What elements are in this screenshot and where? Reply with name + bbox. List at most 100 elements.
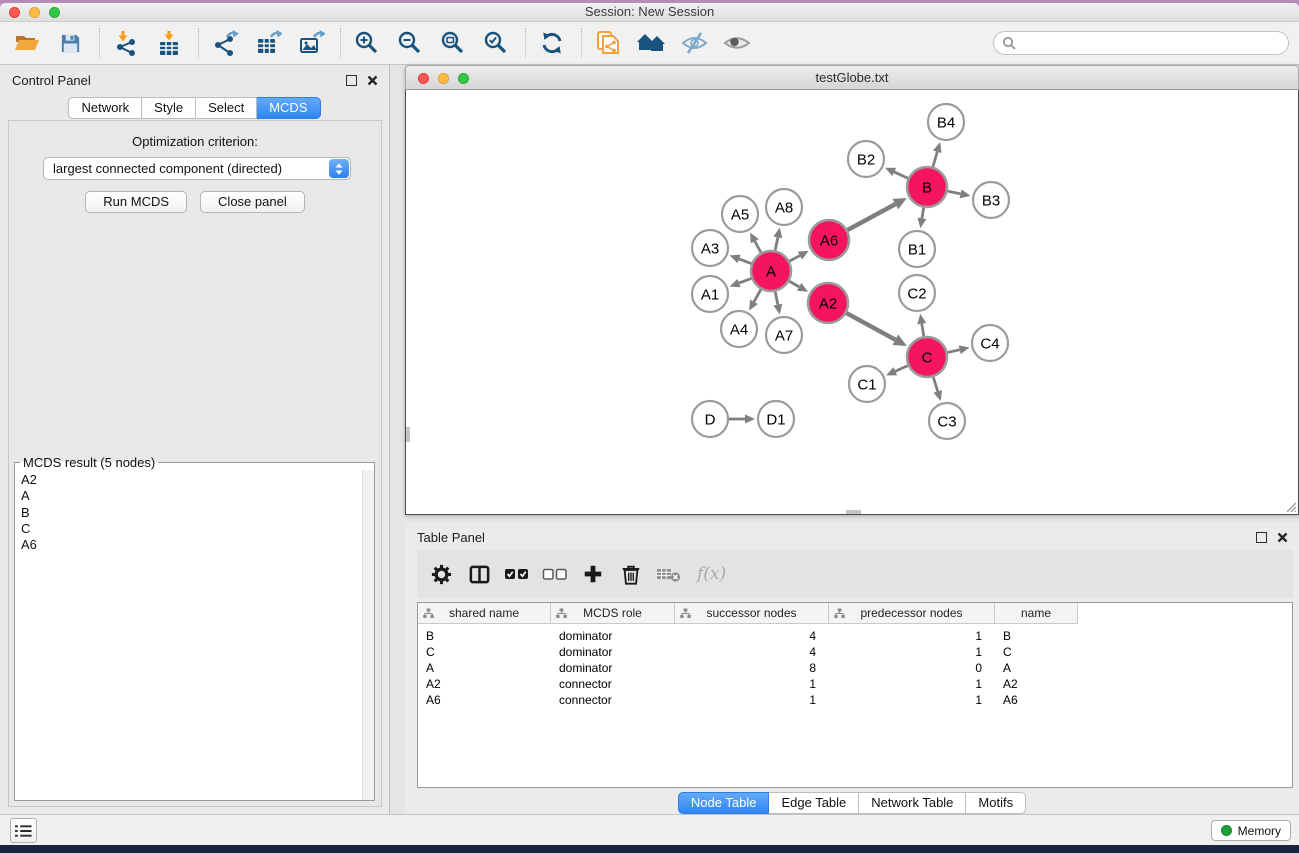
table-cell[interactable]: 4 [675,628,829,644]
graph-node-C[interactable]: C [907,337,947,377]
table-row[interactable]: Bdominator41B [418,628,1292,644]
graph-node-B[interactable]: B [907,167,947,207]
graph-edge-A2-C[interactable] [846,313,906,346]
export-table-icon[interactable] [253,28,283,58]
table-cell[interactable]: 1 [675,692,829,708]
table-cell[interactable]: 1 [829,692,995,708]
graph-edge-A-A3[interactable] [730,255,752,264]
hide-eye-icon[interactable] [679,28,709,58]
tab-network-table[interactable]: Network Table [859,792,966,814]
column-header-name[interactable]: name [995,603,1078,624]
close-table-panel-icon[interactable] [1277,532,1288,543]
table-cell[interactable]: connector [551,692,675,708]
table-cell[interactable]: connector [551,676,675,692]
home-icon[interactable] [636,28,666,58]
save-session-icon[interactable] [55,28,85,58]
table-cell[interactable]: 1 [829,644,995,660]
tab-select[interactable]: Select [196,97,257,119]
float-panel-icon[interactable] [346,75,357,86]
zoom-in-icon[interactable] [352,28,382,58]
duplicate-network-icon[interactable] [593,28,623,58]
import-table-icon[interactable] [154,28,184,58]
graph-edge-A-A6[interactable] [790,251,809,261]
graph-node-A[interactable]: A [751,251,791,291]
graph-node-A5[interactable]: A5 [722,196,758,232]
close-panel-icon[interactable] [367,75,378,86]
graph-node-D1[interactable]: D1 [758,401,794,437]
tab-style[interactable]: Style [142,97,196,119]
run-mcds-button[interactable]: Run MCDS [85,191,187,213]
zoom-fit-icon[interactable] [438,28,468,58]
close-panel-button[interactable]: Close panel [200,191,305,213]
column-header-mcds-role[interactable]: MCDS role [551,603,675,624]
table-cell[interactable]: 8 [675,660,829,676]
tab-node-table[interactable]: Node Table [678,792,770,814]
graph-node-A8[interactable]: A8 [766,189,802,225]
graph-edge-A6-B[interactable] [847,198,906,230]
optimization-criterion-dropdown[interactable]: largest connected component (directed) [43,157,351,180]
table-cell[interactable]: dominator [551,628,675,644]
import-network-icon[interactable] [111,28,141,58]
table-row[interactable]: Cdominator41C [418,644,1292,660]
network-close-button[interactable] [418,73,429,84]
graph-edge-C-C3[interactable] [933,377,942,401]
table-cell[interactable]: A6 [995,692,1078,708]
memory-button[interactable]: Memory [1211,820,1291,841]
graph-edge-B-B2[interactable] [885,168,908,178]
tab-motifs[interactable]: Motifs [966,792,1026,814]
zoom-selected-icon[interactable] [481,28,511,58]
close-window-button[interactable] [9,7,20,18]
graph-node-A1[interactable]: A1 [692,276,728,312]
column-header-successor-nodes[interactable]: successor nodes [675,603,829,624]
network-zoom-button[interactable] [458,73,469,84]
refresh-icon[interactable] [537,28,567,58]
table-cell[interactable]: C [995,644,1078,660]
graph-node-C1[interactable]: C1 [849,366,885,402]
column-header-predecessor-nodes[interactable]: predecessor nodes [829,603,995,624]
table-cell[interactable]: B [418,628,551,644]
tab-network[interactable]: Network [68,97,142,119]
zoom-out-icon[interactable] [395,28,425,58]
graph-node-A7[interactable]: A7 [766,317,802,353]
table-cell[interactable]: 0 [829,660,995,676]
app-titlebar[interactable]: Session: New Session [0,3,1299,22]
graph-node-C4[interactable]: C4 [972,325,1008,361]
table-cell[interactable]: 4 [675,644,829,660]
graph-edge-A-A7[interactable] [773,292,782,315]
graph-edge-C-C1[interactable] [886,366,908,376]
graph-edge-B-B1[interactable] [917,208,926,229]
graph-node-C3[interactable]: C3 [929,403,965,439]
search-input[interactable] [993,31,1289,55]
add-column-icon[interactable] [579,560,607,588]
zoom-window-button[interactable] [49,7,60,18]
open-session-icon[interactable] [12,28,42,58]
show-eye-icon[interactable] [722,28,752,58]
table-cell[interactable]: 1 [829,628,995,644]
graph-node-B1[interactable]: B1 [899,231,935,267]
graph-node-C2[interactable]: C2 [899,275,935,311]
table-cell[interactable]: 1 [829,676,995,692]
graph-node-A2[interactable]: A2 [808,283,848,323]
graph-node-D[interactable]: D [692,401,728,437]
table-cell[interactable]: C [418,644,551,660]
table-settings-icon[interactable] [427,560,455,588]
mcds-result-item[interactable]: A [19,488,374,504]
table-cell[interactable]: A6 [418,692,551,708]
table-row[interactable]: A6connector11A6 [418,692,1292,708]
graph-node-A6[interactable]: A6 [809,220,849,260]
graph-edge-A-A5[interactable] [750,232,761,252]
network-canvas[interactable]: B4B2BB3A5A8A6B1A3AC2A1A2A4A7C4CC1DD1C3 [405,90,1299,515]
dropdown-stepper-icon[interactable] [329,159,349,178]
float-table-panel-icon[interactable] [1256,532,1267,543]
graph-edge-B-B4[interactable] [933,142,942,167]
graph-edge-B-B3[interactable] [948,189,971,198]
graph-edge-A-A2[interactable] [789,281,808,291]
mcds-result-item[interactable]: A2 [19,472,374,488]
graph-edge-A-A1[interactable] [730,278,752,287]
graph-edge-D-D1[interactable] [729,415,755,424]
delete-column-icon[interactable] [617,560,645,588]
graph-edge-A-A4[interactable] [749,289,761,310]
graph-edge-A-A8[interactable] [773,228,782,251]
graph-edge-C-C4[interactable] [947,345,969,354]
table-cell[interactable]: dominator [551,660,675,676]
